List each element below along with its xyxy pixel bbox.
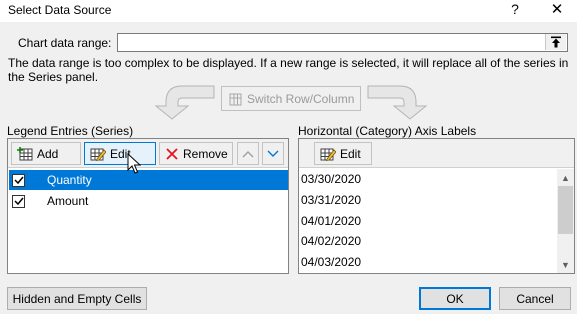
add-table-icon xyxy=(17,146,33,160)
axis-labels-label: Horizontal (Category) Axis Labels xyxy=(298,124,477,138)
edit-axis-labels-button[interactable]: Edit xyxy=(314,142,372,165)
remove-label: Remove xyxy=(183,146,228,161)
add-label: Add xyxy=(37,146,59,161)
chevron-up-icon xyxy=(242,150,254,157)
series-name: Quantity xyxy=(47,173,92,187)
ok-button[interactable]: OK xyxy=(419,287,491,310)
axis-toolbar: Edit xyxy=(299,139,574,168)
scroll-down-arrow-icon[interactable]: ▼ xyxy=(557,256,574,273)
complex-range-message: The data range is too complex to be disp… xyxy=(8,56,569,84)
axis-list-scrollbar[interactable]: ▲ ▼ xyxy=(557,169,574,273)
axis-label-item[interactable]: 03/31/2020 xyxy=(301,190,361,211)
axis-label-item[interactable]: 04/01/2020 xyxy=(301,211,361,232)
cancel-button[interactable]: Cancel xyxy=(499,287,571,310)
axis-label-text: 04/01/2020 xyxy=(301,214,362,229)
remove-x-icon xyxy=(166,147,178,160)
move-down-button[interactable] xyxy=(262,142,284,165)
edit-table-icon xyxy=(90,148,106,161)
cancel-label: Cancel xyxy=(516,291,554,306)
switch-row-column-button[interactable]: Switch Row/Column xyxy=(221,86,361,111)
close-button[interactable]: ✕ xyxy=(549,0,565,18)
chart-data-range-label: Chart data range: xyxy=(18,36,112,50)
checkmark-icon xyxy=(13,197,24,206)
ok-label: OK xyxy=(446,291,464,306)
switch-grid-icon xyxy=(229,93,242,105)
axis-edit-label: Edit xyxy=(340,146,361,161)
series-checkbox[interactable] xyxy=(12,173,25,187)
chart-data-range-input[interactable] xyxy=(117,33,568,52)
axis-label-item[interactable]: 04/03/2020 xyxy=(301,252,361,273)
add-series-button[interactable]: Add xyxy=(11,142,81,165)
series-checkbox[interactable] xyxy=(12,194,25,208)
title-bar: Select Data Source ? ✕ xyxy=(0,0,577,22)
axis-label-text: 04/02/2020 xyxy=(301,234,362,249)
window-title: Select Data Source xyxy=(8,3,112,17)
axis-label-text: 04/03/2020 xyxy=(301,255,362,270)
switch-row-column-label: Switch Row/Column xyxy=(247,91,355,106)
scroll-up-arrow-icon[interactable]: ▲ xyxy=(557,169,574,186)
range-select-button[interactable] xyxy=(545,34,566,50)
hidden-empty-cells-button[interactable]: Hidden and Empty Cells xyxy=(7,287,147,310)
axis-labels-panel: Edit 03/30/2020 03/31/2020 04/01/2020 04… xyxy=(298,138,575,274)
mouse-cursor-icon xyxy=(127,153,141,174)
series-row-amount[interactable]: Amount xyxy=(9,191,288,211)
range-select-icon xyxy=(551,36,561,48)
scrollbar-thumb[interactable] xyxy=(558,186,573,234)
edit-series-button[interactable]: Edit xyxy=(84,142,156,165)
edit-table-icon xyxy=(320,148,336,161)
curved-arrow-right-icon xyxy=(367,85,428,120)
axis-label-item[interactable]: 03/30/2020 xyxy=(301,169,361,190)
axis-label-text: 03/31/2020 xyxy=(301,193,362,208)
legend-entries-panel: Add Edit Remove Quantity Amount xyxy=(7,138,289,274)
help-button[interactable]: ? xyxy=(508,1,522,17)
remove-series-button[interactable]: Remove xyxy=(159,142,233,165)
curved-arrow-left-icon xyxy=(154,85,215,120)
legend-entries-label: Legend Entries (Series) xyxy=(7,124,134,138)
axis-label-item[interactable]: 04/02/2020 xyxy=(301,231,361,252)
chevron-down-icon xyxy=(267,150,279,157)
hidden-empty-cells-label: Hidden and Empty Cells xyxy=(12,291,142,306)
move-up-button[interactable] xyxy=(237,142,259,165)
axis-label-text: 03/30/2020 xyxy=(301,172,362,187)
checkmark-icon xyxy=(13,176,24,185)
series-row-quantity[interactable]: Quantity xyxy=(9,170,288,190)
series-name: Amount xyxy=(47,194,89,208)
legend-toolbar: Add Edit Remove xyxy=(8,139,288,168)
